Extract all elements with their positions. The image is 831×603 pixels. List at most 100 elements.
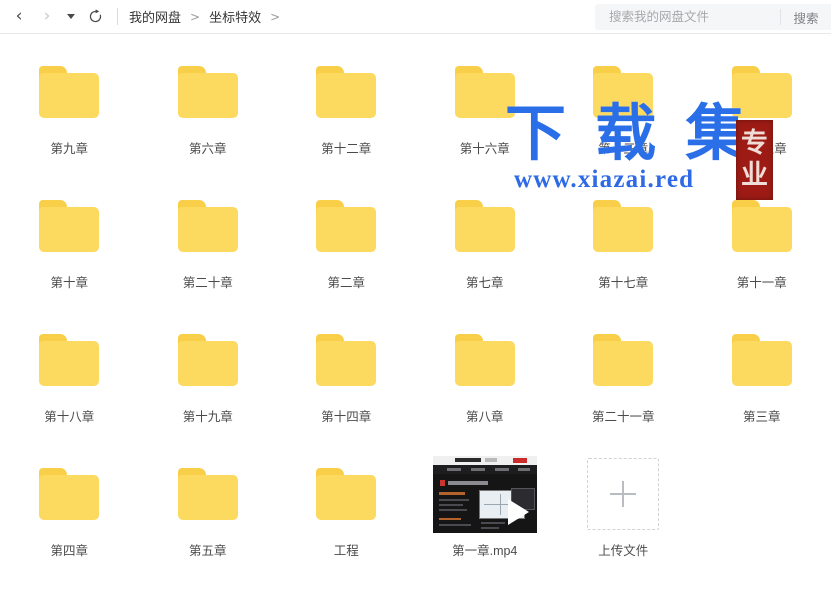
folder-icon	[454, 66, 515, 118]
navigation-controls: ‹ ›	[0, 4, 108, 30]
folder-icon	[316, 200, 377, 252]
folder-icon	[454, 200, 515, 252]
thumbnail	[731, 59, 792, 125]
folder-icon	[177, 468, 238, 520]
breadcrumb-separator-trailing: >	[270, 9, 281, 24]
file-label: 工程	[333, 544, 359, 558]
history-dropdown-button[interactable]	[62, 4, 80, 30]
file-grid-row: 第九章 第六章 第十二章 第十六章 第十三章 第十五章	[0, 34, 831, 168]
thumbnail	[454, 327, 515, 393]
breadcrumb-item-root[interactable]: 我的网盘	[129, 7, 181, 26]
upload-label: 上传文件	[598, 544, 649, 558]
search-bar: 搜索	[595, 4, 831, 30]
file-label: 第九章	[50, 142, 88, 156]
file-item-folder[interactable]: 第十一章	[693, 168, 831, 302]
file-label: 第三章	[742, 410, 781, 424]
thumbnail	[177, 461, 238, 527]
file-item-folder[interactable]: 第十八章	[0, 302, 139, 436]
file-item-folder[interactable]: 第二十章	[139, 168, 278, 302]
file-item-folder[interactable]: 第二十一章	[554, 302, 693, 436]
folder-icon	[177, 66, 238, 118]
thumbnail	[593, 327, 654, 393]
file-label: 第十八章	[44, 410, 95, 424]
thumbnail	[731, 193, 792, 259]
thumbnail	[432, 455, 537, 533]
file-label: 第十六章	[459, 142, 510, 156]
folder-icon	[316, 334, 377, 386]
file-grid-row: 第十章 第二十章 第二章 第七章 第十七章 第十一章	[0, 168, 831, 302]
file-label: 第七章	[465, 276, 504, 290]
folder-icon	[316, 66, 377, 118]
toolbar: ‹ › 我的网盘 > 坐标特效 > 搜索	[0, 0, 831, 34]
thumbnail	[316, 461, 377, 527]
file-item-folder[interactable]: 第三章	[693, 302, 831, 436]
file-grid-empty-cell	[693, 436, 831, 570]
file-item-folder[interactable]: 第七章	[416, 168, 555, 302]
upload-dropzone[interactable]	[587, 458, 660, 530]
file-item-folder[interactable]: 第十二章	[277, 34, 416, 168]
file-item-folder[interactable]: 第十七章	[554, 168, 693, 302]
file-label: 第四章	[50, 544, 88, 558]
thumbnail	[316, 327, 377, 393]
thumbnail	[454, 59, 515, 125]
thumbnail	[39, 461, 100, 527]
breadcrumb-item-current[interactable]: 坐标特效	[209, 7, 261, 26]
file-label: 第十四章	[321, 410, 372, 424]
folder-icon	[39, 200, 100, 252]
thumbnail	[316, 193, 377, 259]
file-item-folder[interactable]: 第五章	[139, 436, 278, 570]
refresh-icon	[89, 9, 101, 23]
chevron-left-icon: ‹	[15, 6, 23, 26]
caret-down-icon	[67, 14, 75, 19]
file-item-folder[interactable]: 第十四章	[277, 302, 416, 436]
upload-file-tile[interactable]: 上传文件	[554, 436, 693, 570]
file-item-folder[interactable]: 第二章	[277, 168, 416, 302]
thumbnail	[39, 193, 100, 259]
file-label: 第八章	[465, 410, 504, 424]
file-label: 第一章.mp4	[452, 544, 518, 558]
folder-icon	[593, 334, 654, 386]
file-label: 第十章	[50, 276, 88, 290]
forward-button[interactable]: ›	[34, 4, 60, 30]
file-item-folder[interactable]: 第四章	[0, 436, 139, 570]
file-item-folder[interactable]: 第十五章	[693, 34, 831, 168]
refresh-button[interactable]	[82, 4, 108, 30]
thumbnail	[454, 193, 515, 259]
thumbnail	[177, 59, 238, 125]
folder-icon	[177, 200, 238, 252]
file-grid: 第九章 第六章 第十二章 第十六章 第十三章 第十五章 第十章 第二十章 第二章…	[0, 34, 831, 570]
file-item-folder[interactable]: 第十九章	[139, 302, 278, 436]
video-thumbnail-image	[432, 455, 537, 533]
file-item-folder[interactable]: 第六章	[139, 34, 278, 168]
thumbnail	[177, 327, 238, 393]
thumbnail	[39, 59, 100, 125]
file-item-folder[interactable]: 第八章	[416, 302, 555, 436]
folder-icon	[731, 200, 792, 252]
folder-icon	[593, 200, 654, 252]
file-item-folder[interactable]: 工程	[277, 436, 416, 570]
file-label: 第六章	[188, 142, 227, 156]
file-item-video[interactable]: 第一章.mp4	[416, 436, 555, 570]
file-grid-row: 第四章 第五章 工程 第一章.mp4 上传文件	[0, 436, 831, 570]
file-label: 第十七章	[598, 276, 649, 290]
file-label: 第十九章	[182, 410, 233, 424]
folder-icon	[731, 334, 792, 386]
breadcrumb: 我的网盘 > 坐标特效 >	[129, 7, 289, 26]
file-label: 第二十章	[182, 276, 233, 290]
file-label: 第十五章	[736, 142, 787, 156]
file-item-folder[interactable]: 第十六章	[416, 34, 555, 168]
thumbnail	[39, 327, 100, 393]
file-item-folder[interactable]: 第九章	[0, 34, 139, 168]
folder-icon	[454, 334, 515, 386]
folder-icon	[39, 334, 100, 386]
thumbnail	[316, 59, 377, 125]
search-button[interactable]: 搜索	[781, 4, 831, 30]
file-item-folder[interactable]: 第十章	[0, 168, 139, 302]
breadcrumb-separator: >	[190, 9, 201, 24]
file-grid-row: 第十八章 第十九章 第十四章 第八章 第二十一章 第三章	[0, 302, 831, 436]
file-item-folder[interactable]: 第十三章	[554, 34, 693, 168]
folder-icon	[39, 468, 100, 520]
search-input[interactable]	[595, 4, 780, 30]
back-button[interactable]: ‹	[6, 4, 32, 30]
play-icon[interactable]	[507, 498, 529, 525]
